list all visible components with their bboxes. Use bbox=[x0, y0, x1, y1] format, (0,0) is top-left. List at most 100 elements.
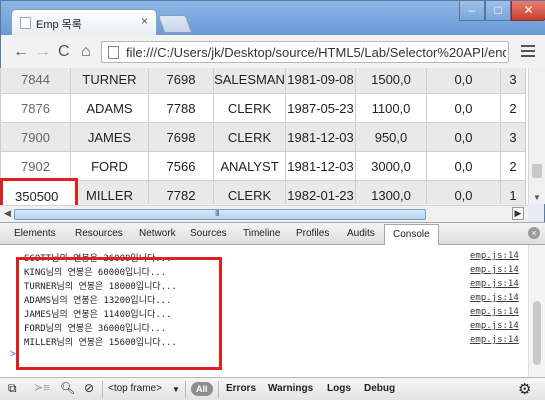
page-content: 7844 TURNER 7698 SALESMAN 1981-09-08 1500,0 0,… bbox=[0, 68, 528, 204]
emp-id-cell: 7844 bbox=[0, 68, 71, 94]
hiredate-cell: 1981-12-03 bbox=[285, 122, 356, 152]
hiredate-cell: 1981-09-08 bbox=[285, 68, 356, 94]
employee-table: 7844 TURNER 7698 SALESMAN 1981-09-08 1500,0 0,… bbox=[0, 68, 526, 204]
separator bbox=[102, 381, 103, 398]
filter-all-button[interactable]: All bbox=[191, 382, 213, 396]
emp-name-cell: JAMES bbox=[70, 122, 149, 152]
browser-tab[interactable]: Emp 목록 × bbox=[11, 9, 157, 35]
back-arrow-icon[interactable]: ← bbox=[13, 43, 29, 61]
console-source-link[interactable]: emp.js:14 bbox=[470, 335, 519, 345]
dock-icon[interactable]: ⧉ bbox=[8, 381, 17, 396]
emp-name-cell: FORD bbox=[70, 151, 149, 181]
dept-cell: 1 bbox=[500, 180, 526, 204]
new-tab-button[interactable] bbox=[157, 15, 193, 33]
tab-profiles[interactable]: Profiles bbox=[296, 228, 329, 239]
commission-cell: 0,0 bbox=[426, 93, 501, 123]
commission-cell: 0,0 bbox=[426, 151, 501, 181]
table-row: 7902 FORD 7566 ANALYST 1981-12-03 3000,0 0,0 2 bbox=[0, 151, 526, 181]
filter-warnings-button[interactable]: Warnings bbox=[268, 383, 313, 394]
emp-name-cell: MILLER bbox=[70, 180, 149, 204]
search-icon[interactable]: 🔍︎ bbox=[60, 381, 75, 395]
clear-console-icon[interactable]: ⊘ bbox=[84, 381, 94, 395]
tab-resources[interactable]: Resources bbox=[75, 228, 123, 239]
console-source-link[interactable]: emp.js:14 bbox=[470, 293, 519, 303]
reload-icon[interactable]: C bbox=[58, 43, 70, 61]
commission-cell: 0,0 bbox=[426, 180, 501, 204]
browser-toolbar: ← → C ⌂ file:///C:/Users/jk/Desktop/sour… bbox=[1, 35, 545, 69]
job-cell: SALESMAN bbox=[213, 68, 286, 94]
dept-cell: 2 bbox=[500, 151, 526, 181]
scroll-right-arrow-icon[interactable]: ▶ bbox=[512, 207, 524, 220]
emp-name-cell: ADAMS bbox=[70, 93, 149, 123]
hiredate-cell: 1982-01-23 bbox=[285, 180, 356, 204]
show-drawer-icon[interactable]: ≻≡ bbox=[34, 381, 50, 394]
emp-name-cell: TURNER bbox=[70, 68, 149, 94]
emp-id-cell: 7900 bbox=[0, 122, 71, 152]
commission-cell: 0,0 bbox=[426, 68, 501, 94]
address-bar[interactable]: file:///C:/Users/jk/Desktop/source/HTML5… bbox=[101, 41, 509, 63]
console-prompt[interactable]: > bbox=[10, 349, 16, 360]
filter-debug-button[interactable]: Debug bbox=[364, 383, 395, 394]
filter-logs-button[interactable]: Logs bbox=[327, 383, 351, 394]
emp-id-cell: 7902 bbox=[0, 151, 71, 181]
devtools-close-icon[interactable]: × bbox=[528, 227, 540, 239]
scroll-left-arrow-icon[interactable]: ◀ bbox=[4, 208, 11, 219]
home-icon[interactable]: ⌂ bbox=[81, 43, 91, 61]
page-favicon-icon bbox=[20, 17, 31, 29]
manager-cell: 7698 bbox=[148, 122, 214, 152]
table-row: 7844 TURNER 7698 SALESMAN 1981-09-08 1500,0 0,… bbox=[0, 68, 526, 94]
tab-console[interactable]: Console bbox=[384, 224, 439, 245]
title-bar: Emp 목록 × – □ ✕ bbox=[1, 1, 545, 35]
scroll-down-arrow-icon[interactable]: ▼ bbox=[533, 193, 541, 202]
dept-cell: 2 bbox=[500, 93, 526, 123]
salary-cell: 1500,0 bbox=[355, 68, 427, 94]
tab-audits[interactable]: Audits bbox=[347, 228, 375, 239]
scroll-thumb[interactable] bbox=[532, 164, 542, 178]
scroll-grip: III bbox=[215, 209, 220, 218]
tab-title: Emp 목록 bbox=[36, 19, 82, 31]
separator bbox=[185, 381, 186, 398]
console-scrollbar[interactable] bbox=[528, 245, 545, 377]
close-window-button[interactable]: ✕ bbox=[511, 1, 545, 21]
salary-cell: 3000,0 bbox=[355, 151, 427, 181]
table-row: 7934MILLER7782CLERK1982-01-231300,00,01 bbox=[0, 180, 526, 204]
page-vertical-scrollbar[interactable]: ▼ bbox=[528, 68, 545, 204]
url-text[interactable]: file:///C:/Users/jk/Desktop/source/HTML5… bbox=[126, 45, 506, 60]
horizontal-scroll-thumb[interactable]: III bbox=[14, 209, 426, 220]
devtools-tab-bar: Elements Resources Network Sources Timel… bbox=[0, 223, 545, 245]
tab-timeline[interactable]: Timeline bbox=[243, 228, 280, 239]
devtools-status-bar: ⧉ ≻≡ 🔍︎ ⊘ <top frame> ▼ All Errors Warni… bbox=[0, 377, 545, 400]
menu-icon[interactable] bbox=[521, 45, 535, 60]
job-cell: CLERK bbox=[213, 180, 286, 204]
tab-sources[interactable]: Sources bbox=[190, 228, 227, 239]
dept-cell: 3 bbox=[500, 68, 526, 94]
salary-cell: 1100,0 bbox=[355, 93, 427, 123]
manager-cell: 7698 bbox=[148, 68, 214, 94]
forward-arrow-icon[interactable]: → bbox=[35, 43, 51, 61]
job-cell: CLERK bbox=[213, 122, 286, 152]
manager-cell: 7788 bbox=[148, 93, 214, 123]
devtools-panel: Elements Resources Network Sources Timel… bbox=[0, 222, 545, 400]
page-horizontal-scrollbar[interactable]: ◀ III ▶ bbox=[0, 205, 528, 222]
tab-network[interactable]: Network bbox=[139, 228, 176, 239]
job-cell: ANALYST bbox=[213, 151, 286, 181]
highlighted-console-box bbox=[16, 257, 222, 370]
console-source-link[interactable]: emp.js:14 bbox=[470, 307, 519, 317]
console-scroll-thumb[interactable] bbox=[533, 301, 541, 365]
frame-select[interactable]: <top frame> bbox=[108, 383, 162, 394]
console-source-link[interactable]: emp.js:14 bbox=[470, 265, 519, 275]
maximize-button[interactable]: □ bbox=[485, 1, 511, 21]
console-source-link[interactable]: emp.js:14 bbox=[470, 321, 519, 331]
salary-cell: 950,0 bbox=[355, 122, 427, 152]
tab-close-icon[interactable]: × bbox=[141, 14, 148, 28]
chevron-down-icon[interactable]: ▼ bbox=[172, 385, 180, 394]
table-row: 7900 JAMES 7698 CLERK 1981-12-03 950,0 0,0 3 bbox=[0, 122, 526, 152]
tab-elements[interactable]: Elements bbox=[14, 228, 56, 239]
console-source-link[interactable]: emp.js:14 bbox=[470, 279, 519, 289]
console-source-link[interactable]: emp.js:14 bbox=[470, 251, 519, 261]
commission-cell: 0,0 bbox=[426, 122, 501, 152]
settings-gear-icon[interactable]: ⚙ bbox=[518, 380, 531, 398]
minimize-button[interactable]: – bbox=[459, 1, 485, 21]
console-output: SCOTT님의 연봉은 36000입니다... emp.js:14 KING님의… bbox=[0, 245, 528, 377]
filter-errors-button[interactable]: Errors bbox=[226, 383, 256, 394]
